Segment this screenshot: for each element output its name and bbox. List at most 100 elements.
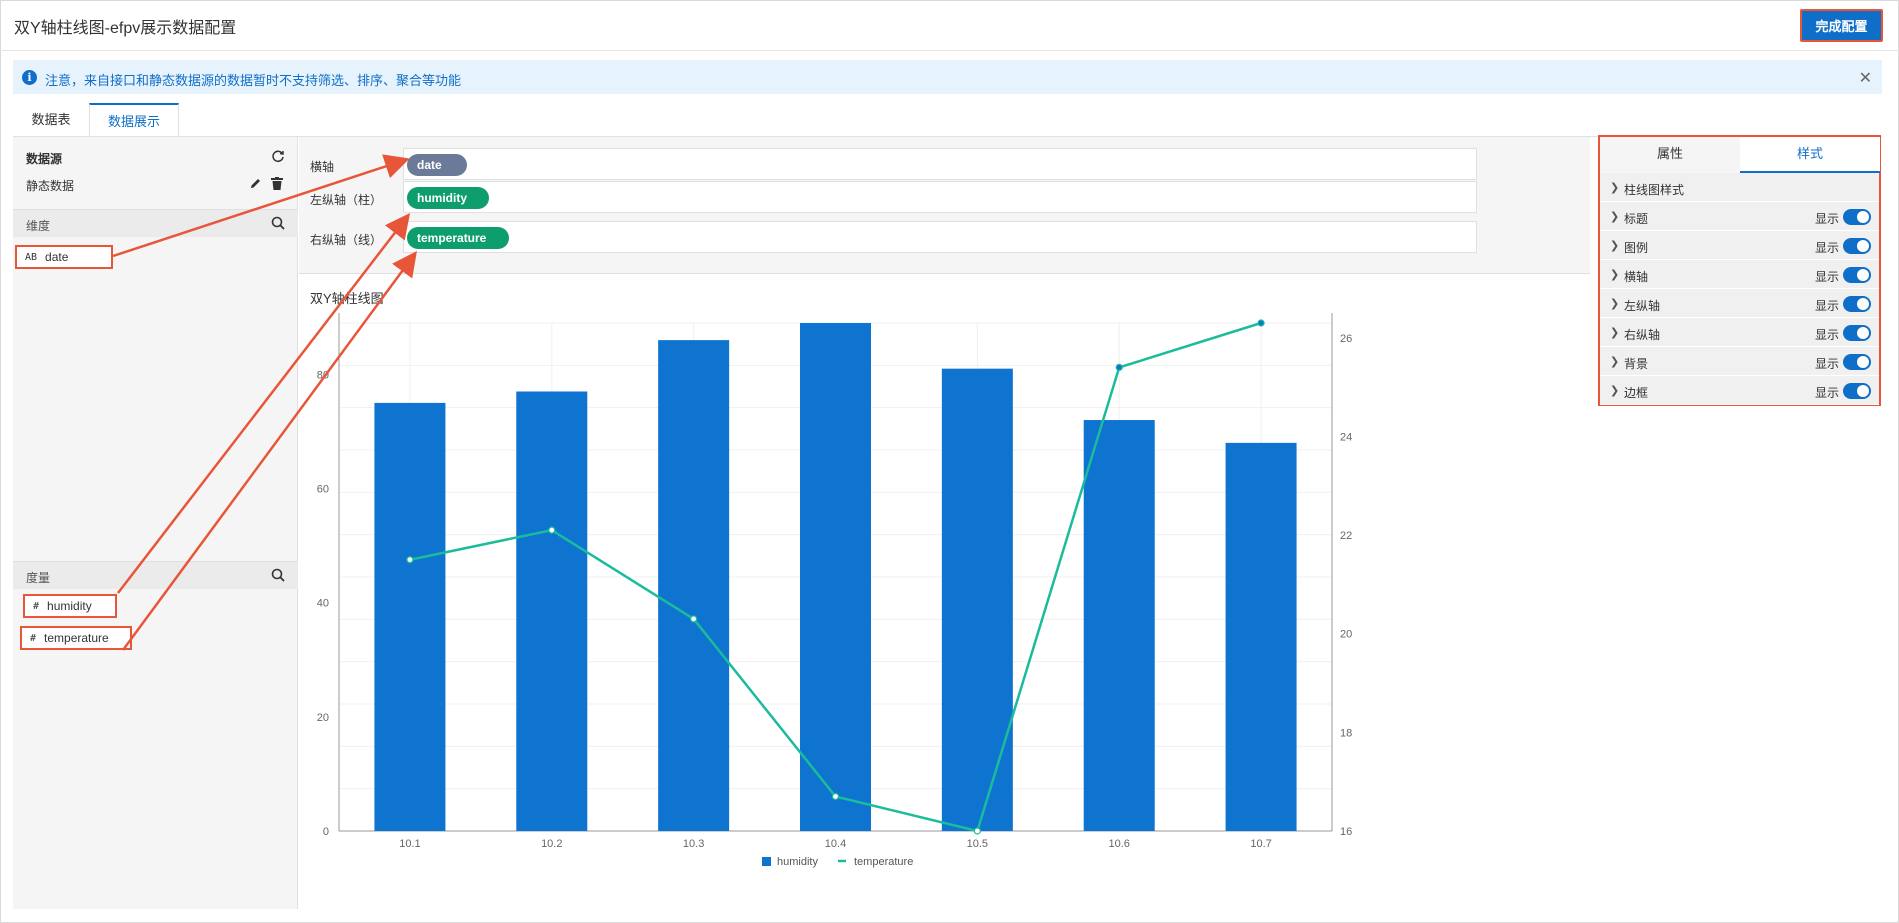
search-icon[interactable]	[271, 216, 285, 230]
dual-axis-chart: 0 20 40 60 80 16 18 20 22 24 26 10.1 10.2 10.3 10.4 10.…	[317, 313, 1352, 868]
line-point	[690, 615, 698, 623]
left-tick-label: 60	[317, 484, 329, 496]
visibility-toggle[interactable]	[1843, 267, 1871, 283]
show-label: 显示	[1815, 270, 1840, 284]
notice-text: 注意，来自接口和静态数据源的数据暂时不支持筛选、排序、聚合等功能	[45, 73, 462, 88]
style-item[interactable]: ❯ 标题 显示	[1600, 202, 1879, 231]
style-item[interactable]: ❯ 左纵轴 显示	[1600, 289, 1879, 318]
chevron-right-icon: ❯	[1610, 269, 1620, 281]
x-tick-label: 10.3	[683, 838, 704, 850]
field-name: temperature	[44, 631, 109, 645]
delete-icon[interactable]	[271, 177, 283, 190]
style-item-label: 左纵轴	[1624, 299, 1661, 313]
right-y-axis-dropzone[interactable]: temperature	[403, 221, 1477, 253]
visibility-toggle[interactable]	[1843, 325, 1871, 341]
style-item[interactable]: ❯ 横轴 显示	[1600, 260, 1879, 289]
tab-style[interactable]: 样式	[1740, 137, 1880, 173]
field-panel: 数据源 静态数据 维度 AB date 度量 # humidity # temp…	[13, 137, 298, 909]
right-tick-label: 24	[1340, 431, 1352, 443]
right-tick-label: 26	[1340, 333, 1352, 345]
edit-icon[interactable]	[249, 177, 262, 193]
left-y-axis-dropzone[interactable]: humidity	[403, 181, 1477, 213]
show-label: 显示	[1815, 299, 1840, 313]
left-tick-label: 20	[317, 712, 329, 724]
right-y-axis-label: 右纵轴（线）	[310, 233, 383, 247]
bar	[658, 340, 730, 831]
bar	[374, 402, 446, 831]
style-item-label: 柱线图样式	[1624, 183, 1685, 197]
info-icon: i	[22, 70, 37, 85]
x-tick-label: 10.1	[399, 838, 420, 850]
line-point	[1115, 363, 1123, 371]
left-y-axis-field-pill[interactable]: humidity	[407, 187, 489, 209]
finish-config-button[interactable]: 完成配置	[1800, 9, 1883, 42]
line-point	[973, 827, 981, 835]
close-icon[interactable]: ✕	[1859, 68, 1872, 88]
legend-label: temperature	[854, 856, 913, 868]
legend-swatch-bar	[762, 857, 771, 866]
style-item[interactable]: ❯ 图例 显示	[1600, 231, 1879, 260]
legend-label: humidity	[777, 856, 818, 868]
bar	[800, 323, 871, 831]
text-type-icon: AB	[25, 251, 38, 263]
measure-field-humidity[interactable]: # humidity	[23, 594, 117, 618]
left-y-axis-label: 左纵轴（柱）	[310, 193, 383, 207]
right-tick-label: 22	[1340, 530, 1352, 542]
style-item[interactable]: ❯ 背景 显示	[1600, 347, 1879, 376]
chevron-right-icon: ❯	[1610, 298, 1620, 310]
notice-bar: i 注意，来自接口和静态数据源的数据暂时不支持筛选、排序、聚合等功能 ✕	[13, 60, 1882, 94]
visibility-toggle[interactable]	[1843, 354, 1871, 370]
right-tick-label: 18	[1340, 727, 1352, 739]
visibility-toggle[interactable]	[1843, 296, 1871, 312]
line-point	[548, 526, 556, 534]
page-header: 双Y轴柱线图-efpv展示数据配置 完成配置	[0, 0, 1899, 51]
bar	[1083, 420, 1155, 831]
field-name: humidity	[47, 599, 92, 613]
x-tick-label: 10.4	[825, 838, 846, 850]
chevron-right-icon: ❯	[1610, 356, 1620, 368]
chart-config-area: 横轴 date 左纵轴（柱） humidity 右纵轴（线） temperatu…	[299, 137, 1590, 909]
chevron-right-icon: ❯	[1610, 182, 1620, 194]
tab-properties[interactable]: 属性	[1600, 137, 1740, 173]
visibility-toggle[interactable]	[1843, 209, 1871, 225]
chevron-right-icon: ❯	[1610, 327, 1620, 339]
style-item-label: 背景	[1624, 357, 1649, 371]
line-point	[1257, 319, 1265, 327]
measure-section-header: 度量	[13, 561, 298, 589]
search-icon[interactable]	[271, 568, 285, 582]
style-panel-tabs: 属性 样式	[1600, 137, 1880, 173]
x-tick-label: 10.6	[1109, 838, 1130, 850]
dimension-field-date[interactable]: AB date	[15, 245, 113, 269]
datasource-value: 静态数据	[26, 179, 75, 193]
dimension-section-header: 维度	[13, 209, 298, 237]
left-tick-label: 40	[317, 598, 329, 610]
chevron-right-icon: ❯	[1610, 240, 1620, 252]
style-item-label: 边框	[1624, 386, 1649, 400]
dimension-label: 维度	[26, 219, 51, 233]
style-item-label: 标题	[1624, 212, 1649, 226]
show-label: 显示	[1815, 212, 1840, 226]
right-y-axis-row: 右纵轴（线） temperature	[299, 210, 1590, 253]
tab-data-display[interactable]: 数据展示	[89, 103, 179, 137]
show-label: 显示	[1815, 241, 1840, 255]
style-item[interactable]: ❯ 边框 显示	[1600, 376, 1879, 405]
style-item[interactable]: ❯ 柱线图样式	[1600, 173, 1879, 202]
style-item-label: 横轴	[1624, 270, 1649, 284]
right-tick-label: 20	[1340, 629, 1352, 641]
show-label: 显示	[1815, 357, 1840, 371]
bar	[1225, 442, 1297, 831]
measure-label: 度量	[26, 571, 51, 585]
visibility-toggle[interactable]	[1843, 238, 1871, 254]
line-point	[406, 556, 414, 564]
number-type-icon: #	[30, 632, 37, 644]
measure-field-temperature[interactable]: # temperature	[20, 626, 132, 650]
show-label: 显示	[1815, 386, 1840, 400]
right-y-axis-field-pill[interactable]: temperature	[407, 227, 509, 249]
style-item[interactable]: ❯ 右纵轴 显示	[1600, 318, 1879, 347]
right-tick-label: 16	[1340, 826, 1352, 838]
tab-data-table[interactable]: 数据表	[13, 103, 89, 137]
visibility-toggle[interactable]	[1843, 383, 1871, 399]
left-y-axis-row: 左纵轴（柱） humidity	[299, 170, 1590, 213]
style-panel: 属性 样式 ❯ 柱线图样式 ❯ 标题 显示 ❯ 图例 显示 ❯ 横轴 显示 ❯ 左纵轴 显示 ❯ 右纵轴 显示 ❯…	[1598, 135, 1881, 406]
refresh-icon[interactable]	[271, 149, 285, 166]
